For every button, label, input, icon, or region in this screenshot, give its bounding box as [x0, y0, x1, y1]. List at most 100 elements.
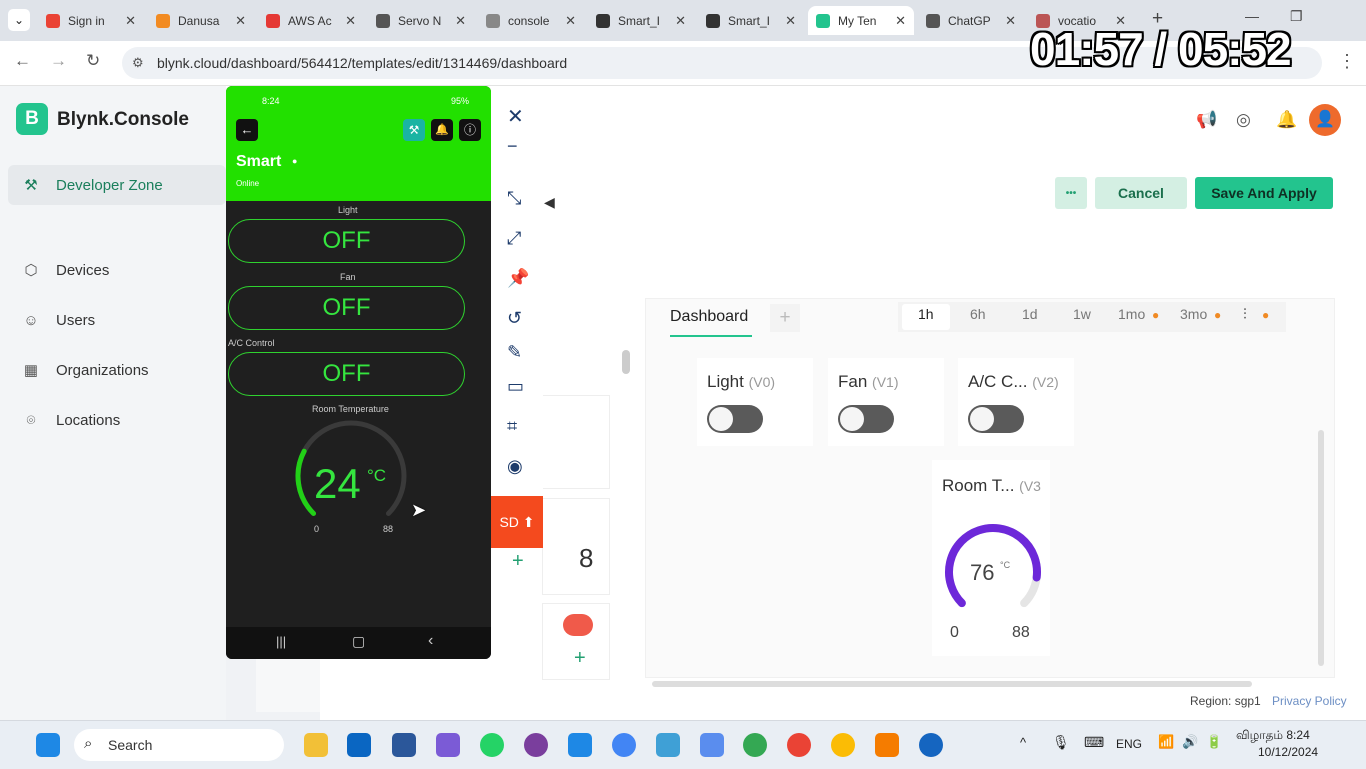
fan-toggle[interactable]: [838, 405, 894, 433]
zoom-icon[interactable]: [919, 733, 943, 757]
scrollbar-thumb[interactable]: [622, 350, 630, 374]
gauge-widget-room-temp[interactable]: Room T... (V3 76 °C 0 88: [932, 460, 1050, 656]
pen-icon[interactable]: ✎: [507, 342, 522, 363]
chrome-icon[interactable]: [831, 733, 855, 757]
phone-light-button[interactable]: OFF: [228, 219, 465, 263]
chrome-icon[interactable]: [743, 733, 767, 757]
language-label[interactable]: ENG: [1116, 737, 1142, 751]
phone-ac-button[interactable]: OFF: [228, 352, 465, 396]
site-info-icon[interactable]: ⚙: [132, 55, 144, 71]
close-tab-icon[interactable]: ✕: [565, 13, 576, 29]
windows-start-icon[interactable]: [36, 733, 60, 757]
ac-toggle[interactable]: [968, 405, 1024, 433]
close-icon[interactable]: ✕: [507, 104, 524, 129]
chrome-icon[interactable]: [787, 733, 811, 757]
store-icon[interactable]: [347, 733, 371, 757]
phone-bell-icon[interactable]: 🔔: [431, 119, 453, 141]
help-icon[interactable]: ◎: [1236, 110, 1251, 130]
volume-icon[interactable]: 🔊: [1182, 734, 1198, 750]
phone-wrench-icon[interactable]: ⚒: [403, 119, 425, 141]
browser-tab[interactable]: Smart_I ✕: [588, 6, 694, 35]
save-and-apply-button[interactable]: Save And Apply: [1195, 177, 1333, 209]
sidebar-item-organizations[interactable]: ▦ Organizations: [8, 350, 226, 390]
time-range-3mo[interactable]: 3mo: [1180, 306, 1207, 322]
browser-tab[interactable]: Danusa ✕: [148, 6, 254, 35]
time-range-1w[interactable]: 1w: [1073, 306, 1091, 322]
tab-search-button[interactable]: ⌄: [8, 9, 30, 31]
browser-tab[interactable]: ChatGP ✕: [918, 6, 1024, 35]
crop-icon[interactable]: ⌗: [507, 416, 517, 437]
sidebar-item-locations[interactable]: ⌾ Locations: [8, 400, 226, 440]
time-range-6h[interactable]: 6h: [970, 306, 986, 322]
rotate-icon[interactable]: ↺: [507, 308, 522, 329]
visual-studio-icon[interactable]: [436, 733, 460, 757]
clock-time[interactable]: விழாதம் 8:24: [1236, 728, 1310, 744]
restore-window-button[interactable]: ❐: [1290, 8, 1303, 25]
dashboard-hscroll[interactable]: [652, 681, 1252, 687]
fullscreen-icon[interactable]: ⤢: [507, 228, 521, 249]
tab-dashboard[interactable]: Dashboard: [670, 308, 748, 326]
keyboard-icon[interactable]: ⌨: [1084, 734, 1104, 751]
privacy-policy-link[interactable]: Privacy Policy: [1272, 694, 1347, 708]
sidebar-item-devices[interactable]: ⬡ Devices: [8, 250, 226, 290]
chrome-icon[interactable]: [612, 733, 636, 757]
recent-apps-icon[interactable]: |||: [276, 634, 286, 649]
close-tab-icon[interactable]: ✕: [675, 13, 686, 29]
battery-icon[interactable]: 🔋: [1206, 734, 1222, 750]
word-icon[interactable]: [392, 733, 416, 757]
close-tab-icon[interactable]: ✕: [895, 13, 906, 29]
dashboard-vscroll[interactable]: [1318, 430, 1324, 666]
close-tab-icon[interactable]: ✕: [1005, 13, 1016, 29]
chevron-up-icon[interactable]: ^: [1020, 735, 1026, 750]
time-range-1mo[interactable]: 1mo: [1118, 306, 1145, 322]
vscode-icon[interactable]: [568, 733, 592, 757]
home-icon[interactable]: ▢: [352, 633, 365, 650]
time-range-1d[interactable]: 1d: [1022, 306, 1038, 322]
record-icon[interactable]: ◉: [507, 456, 523, 477]
switch-widget-light[interactable]: Light (V0): [697, 358, 813, 446]
wifi-icon[interactable]: 📶: [1158, 734, 1174, 750]
browser-tab[interactable]: AWS Ac ✕: [258, 6, 364, 35]
clock-date[interactable]: 10/12/2024: [1258, 745, 1318, 759]
cancel-button[interactable]: Cancel: [1095, 177, 1187, 209]
phone-fan-button[interactable]: OFF: [228, 286, 465, 330]
reload-icon[interactable]: ↻: [86, 51, 100, 71]
browser-tab[interactable]: Sign in ✕: [38, 6, 144, 35]
browser-tab[interactable]: My Ten ✕: [808, 6, 914, 35]
notification-icon[interactable]: 🔔: [1276, 110, 1297, 130]
switch-widget-ac[interactable]: A/C C... (V2): [958, 358, 1074, 446]
time-range-1h[interactable]: 1h: [918, 306, 934, 322]
pin-icon[interactable]: 📌: [507, 268, 529, 289]
sidebar-item-users[interactable]: ☺ Users: [8, 300, 226, 340]
close-tab-icon[interactable]: ✕: [345, 13, 356, 29]
close-tab-icon[interactable]: ✕: [785, 13, 796, 29]
app-icon[interactable]: [700, 733, 724, 757]
browser-tab[interactable]: console ✕: [478, 6, 584, 35]
sidebar-item-developer-zone[interactable]: ⚒ Developer Zone: [8, 165, 226, 205]
file-explorer-icon[interactable]: [304, 733, 328, 757]
resize-icon[interactable]: ⤡: [507, 188, 521, 209]
back-nav-icon[interactable]: ‹: [428, 632, 433, 650]
browser-tab[interactable]: Servo N ✕: [368, 6, 474, 35]
back-icon[interactable]: ←: [14, 51, 31, 71]
forward-icon[interactable]: →: [50, 51, 67, 71]
switch-widget-fan[interactable]: Fan (V1): [828, 358, 944, 446]
whatsapp-icon[interactable]: [480, 733, 504, 757]
github-icon[interactable]: [524, 733, 548, 757]
add-icon[interactable]: +: [512, 550, 524, 573]
phone-back-icon[interactable]: ←: [236, 119, 258, 141]
browser-menu-icon[interactable]: ⋮: [1338, 51, 1356, 72]
app-icon[interactable]: [656, 733, 680, 757]
close-tab-icon[interactable]: ✕: [455, 13, 466, 29]
browser-tab[interactable]: Smart_I ✕: [698, 6, 804, 35]
add-tab-button[interactable]: +: [770, 304, 800, 332]
light-toggle[interactable]: [707, 405, 763, 433]
avatar[interactable]: 👤: [1309, 104, 1341, 136]
close-tab-icon[interactable]: ✕: [235, 13, 246, 29]
phone-info-icon[interactable]: ⓘ: [459, 119, 481, 141]
taskbar-search[interactable]: ⌕ Search: [74, 729, 284, 761]
close-tab-icon[interactable]: ✕: [125, 13, 136, 29]
filter-icon[interactable]: ⫶: [1243, 306, 1247, 323]
microphone-icon[interactable]: 🎙: [1052, 734, 1070, 751]
vlc-icon[interactable]: [875, 733, 899, 757]
